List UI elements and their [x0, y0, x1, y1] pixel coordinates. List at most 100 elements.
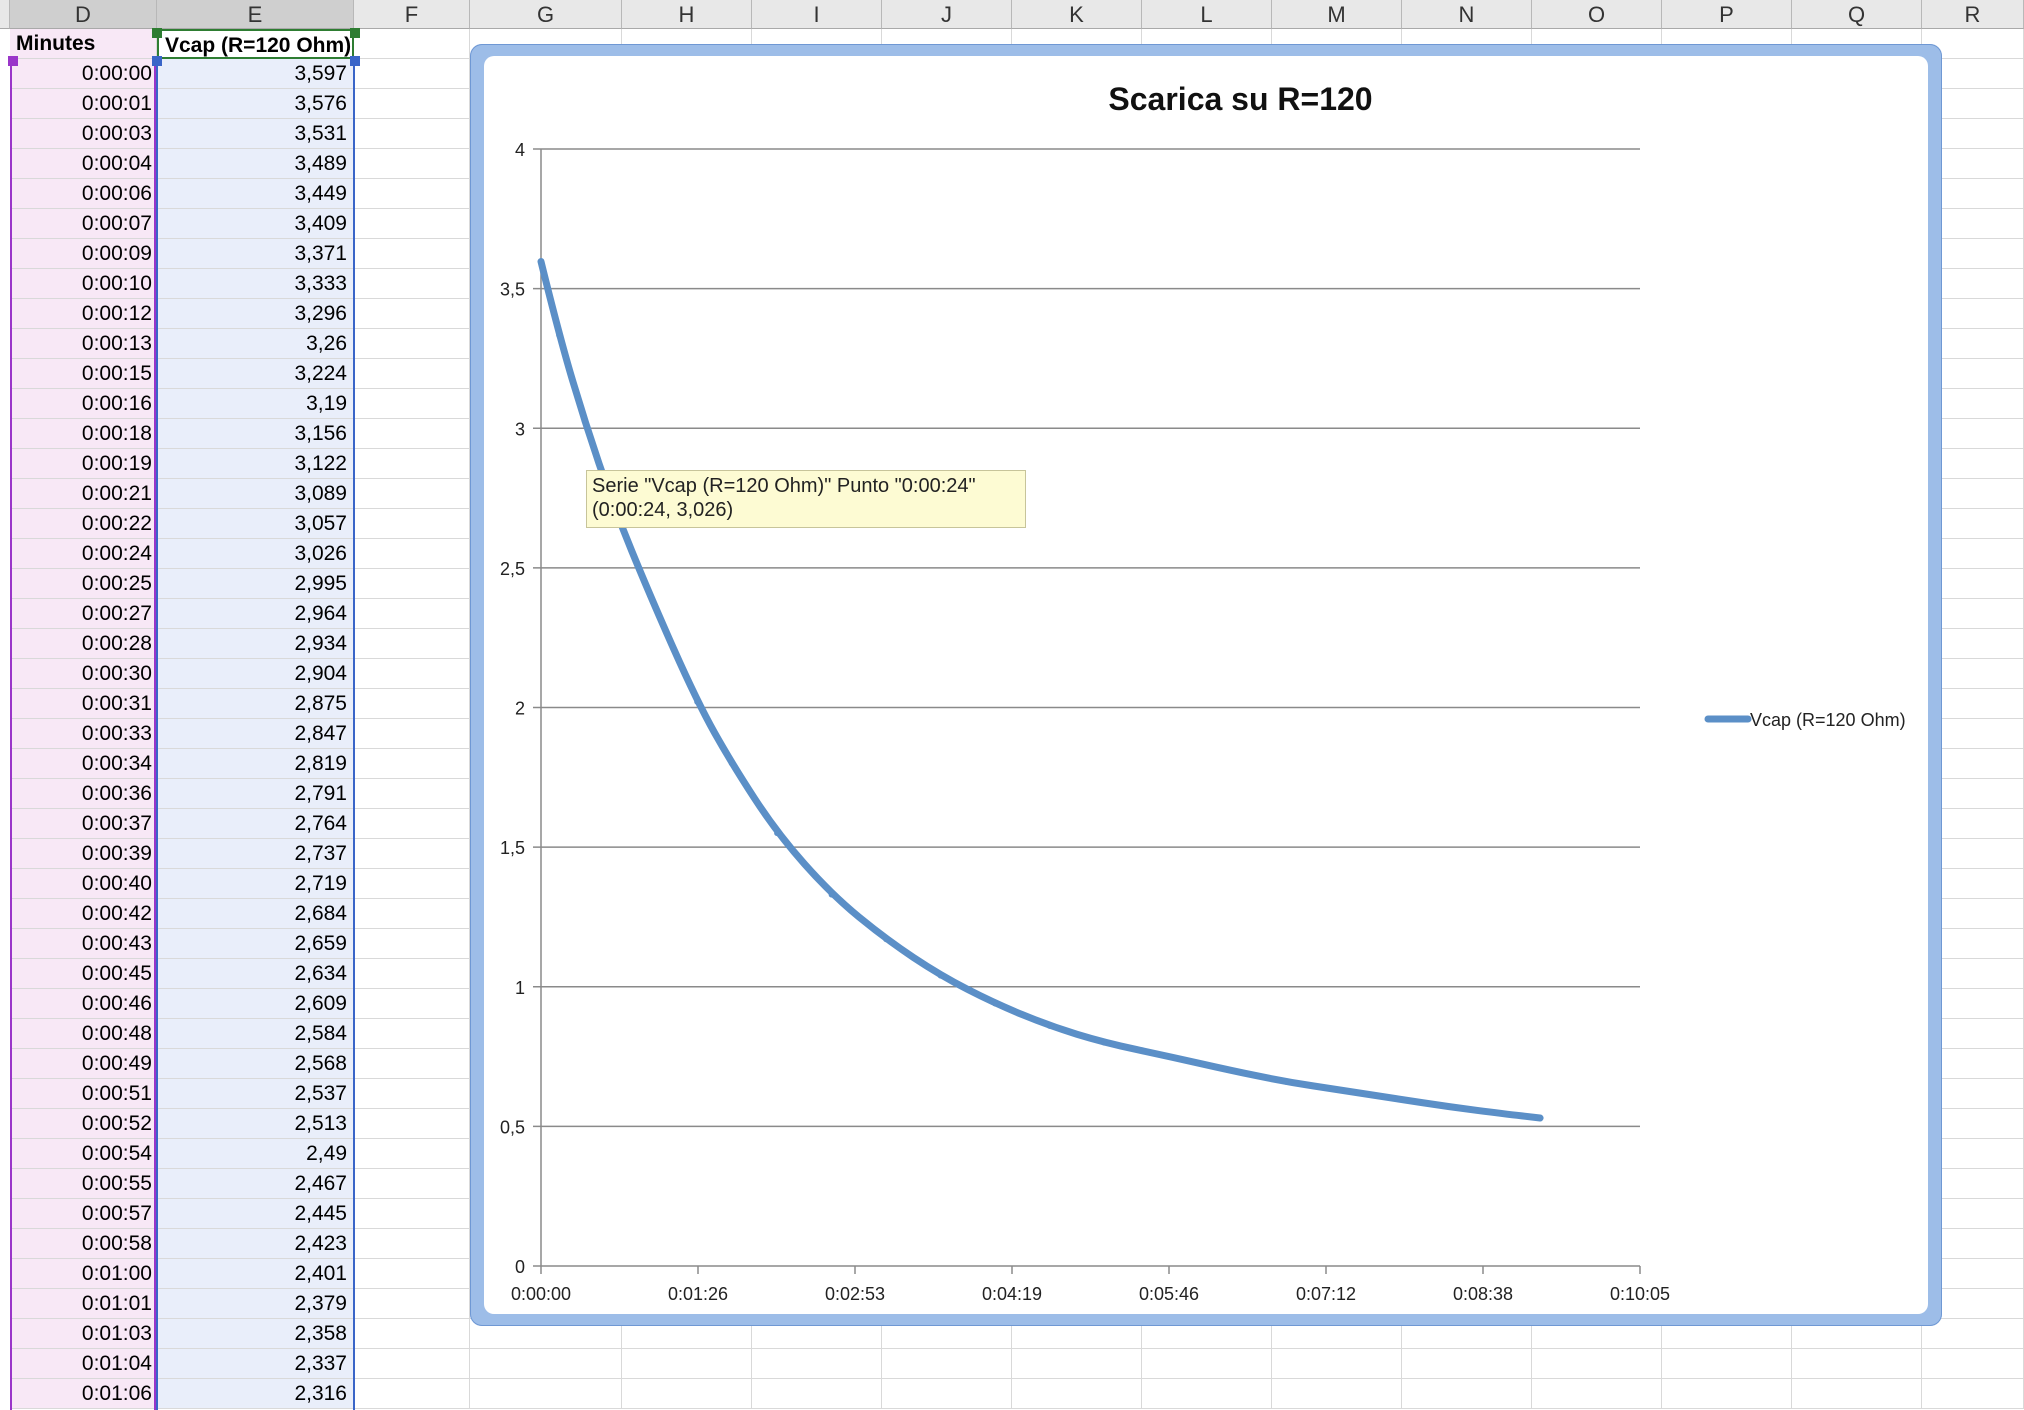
column-header-e[interactable]: E [157, 0, 354, 29]
empty-cell[interactable] [354, 629, 470, 659]
cell-vcap[interactable]: 3,057 [157, 509, 354, 539]
column-header-h[interactable]: H [622, 0, 752, 29]
cell-minutes[interactable]: 0:00:40 [10, 869, 157, 899]
cell-minutes[interactable]: 0:00:52 [10, 1109, 157, 1139]
column-header-k[interactable]: K [1012, 0, 1142, 29]
cell-vcap[interactable]: 3,19 [157, 389, 354, 419]
data-point[interactable] [1166, 1053, 1173, 1060]
data-point[interactable] [1228, 1067, 1235, 1074]
empty-cell[interactable] [354, 1169, 470, 1199]
cell-minutes[interactable]: 0:00:07 [10, 209, 157, 239]
cell-minutes[interactable]: 0:00:37 [10, 809, 157, 839]
column-header-f[interactable]: F [354, 0, 470, 29]
data-point[interactable] [1101, 1039, 1108, 1046]
data-point[interactable] [1537, 1114, 1544, 1121]
empty-cell[interactable] [354, 29, 470, 59]
range-handle[interactable] [350, 56, 360, 66]
column-header-r[interactable]: R [1922, 0, 2024, 29]
empty-cell[interactable] [354, 1259, 470, 1289]
empty-cell[interactable] [354, 359, 470, 389]
cell-vcap[interactable]: 3,576 [157, 89, 354, 119]
cell-vcap[interactable]: 2,995 [157, 569, 354, 599]
cell-minutes[interactable]: 0:00:25 [10, 569, 157, 599]
empty-cell[interactable] [354, 599, 470, 629]
empty-cell[interactable] [1792, 1349, 1922, 1379]
cell-vcap[interactable]: 2,791 [157, 779, 354, 809]
cell-vcap[interactable]: 3,371 [157, 239, 354, 269]
cell-minutes[interactable]: 0:00:51 [10, 1079, 157, 1109]
cell-minutes[interactable]: 0:00:36 [10, 779, 157, 809]
cell-minutes[interactable]: 0:00:57 [10, 1199, 157, 1229]
cell-minutes[interactable]: 0:00:09 [10, 239, 157, 269]
empty-cell[interactable] [882, 1349, 1012, 1379]
column-header-g[interactable]: G [470, 0, 622, 29]
empty-cell[interactable] [354, 1079, 470, 1109]
cell-vcap[interactable]: 3,449 [157, 179, 354, 209]
header-vcap[interactable]: Vcap (R=120 Ohm) [157, 29, 354, 59]
cell-vcap[interactable]: 3,597 [157, 59, 354, 89]
cell-vcap[interactable]: 2,584 [157, 1019, 354, 1049]
range-handle[interactable] [350, 28, 360, 38]
empty-cell[interactable] [354, 179, 470, 209]
cell-vcap[interactable]: 2,634 [157, 959, 354, 989]
cell-vcap[interactable]: 2,49 [157, 1139, 354, 1169]
data-point[interactable] [556, 332, 563, 339]
cell-minutes[interactable]: 0:00:33 [10, 719, 157, 749]
cell-minutes[interactable]: 0:01:04 [10, 1349, 157, 1379]
cell-vcap[interactable]: 3,489 [157, 149, 354, 179]
cell-vcap[interactable]: 2,764 [157, 809, 354, 839]
cell-vcap[interactable]: 3,156 [157, 419, 354, 449]
cell-minutes[interactable]: 0:00:18 [10, 419, 157, 449]
cell-vcap[interactable]: 3,409 [157, 209, 354, 239]
cell-vcap[interactable]: 2,513 [157, 1109, 354, 1139]
empty-cell[interactable] [354, 299, 470, 329]
cell-vcap[interactable]: 2,684 [157, 899, 354, 929]
empty-cell[interactable] [752, 1379, 882, 1409]
empty-cell[interactable] [354, 1349, 470, 1379]
empty-cell[interactable] [1272, 1349, 1402, 1379]
cell-minutes[interactable]: 0:00:31 [10, 689, 157, 719]
empty-cell[interactable] [354, 689, 470, 719]
cell-minutes[interactable]: 0:00:46 [10, 989, 157, 1019]
empty-cell[interactable] [1922, 1349, 2024, 1379]
empty-cell[interactable] [1142, 1379, 1272, 1409]
data-point[interactable] [538, 258, 544, 265]
data-point[interactable] [992, 1000, 999, 1007]
empty-cell[interactable] [1662, 1349, 1792, 1379]
empty-cell[interactable] [354, 569, 470, 599]
cell-minutes[interactable]: 0:00:45 [10, 959, 157, 989]
empty-cell[interactable] [1402, 1349, 1532, 1379]
range-handle[interactable] [152, 56, 162, 66]
cell-minutes[interactable]: 0:00:34 [10, 749, 157, 779]
column-header-j[interactable]: J [882, 0, 1012, 29]
cell-vcap[interactable]: 2,423 [157, 1229, 354, 1259]
cell-minutes[interactable]: 0:00:00 [10, 59, 157, 89]
empty-cell[interactable] [354, 449, 470, 479]
empty-cell[interactable] [354, 989, 470, 1019]
empty-cell[interactable] [354, 1199, 470, 1229]
column-header-q[interactable]: Q [1792, 0, 1922, 29]
cell-minutes[interactable]: 0:00:27 [10, 599, 157, 629]
empty-cell[interactable] [1922, 1379, 2024, 1409]
cell-minutes[interactable]: 0:00:04 [10, 149, 157, 179]
data-point[interactable] [937, 972, 944, 979]
cell-vcap[interactable]: 2,819 [157, 749, 354, 779]
cell-minutes[interactable]: 0:00:10 [10, 269, 157, 299]
cell-vcap[interactable]: 3,122 [157, 449, 354, 479]
cell-minutes[interactable]: 0:00:49 [10, 1049, 157, 1079]
empty-cell[interactable] [882, 1379, 1012, 1409]
cell-vcap[interactable]: 2,719 [157, 869, 354, 899]
empty-cell[interactable] [354, 209, 470, 239]
empty-cell[interactable] [354, 149, 470, 179]
cell-vcap[interactable]: 2,379 [157, 1289, 354, 1319]
empty-cell[interactable] [1792, 1379, 1922, 1409]
cell-vcap[interactable]: 2,609 [157, 989, 354, 1019]
cell-vcap[interactable]: 2,445 [157, 1199, 354, 1229]
empty-cell[interactable] [354, 1139, 470, 1169]
empty-cell[interactable] [354, 869, 470, 899]
cell-vcap[interactable]: 2,964 [157, 599, 354, 629]
empty-cell[interactable] [1142, 1349, 1272, 1379]
empty-cell[interactable] [354, 719, 470, 749]
empty-cell[interactable] [354, 329, 470, 359]
empty-cell[interactable] [354, 779, 470, 809]
